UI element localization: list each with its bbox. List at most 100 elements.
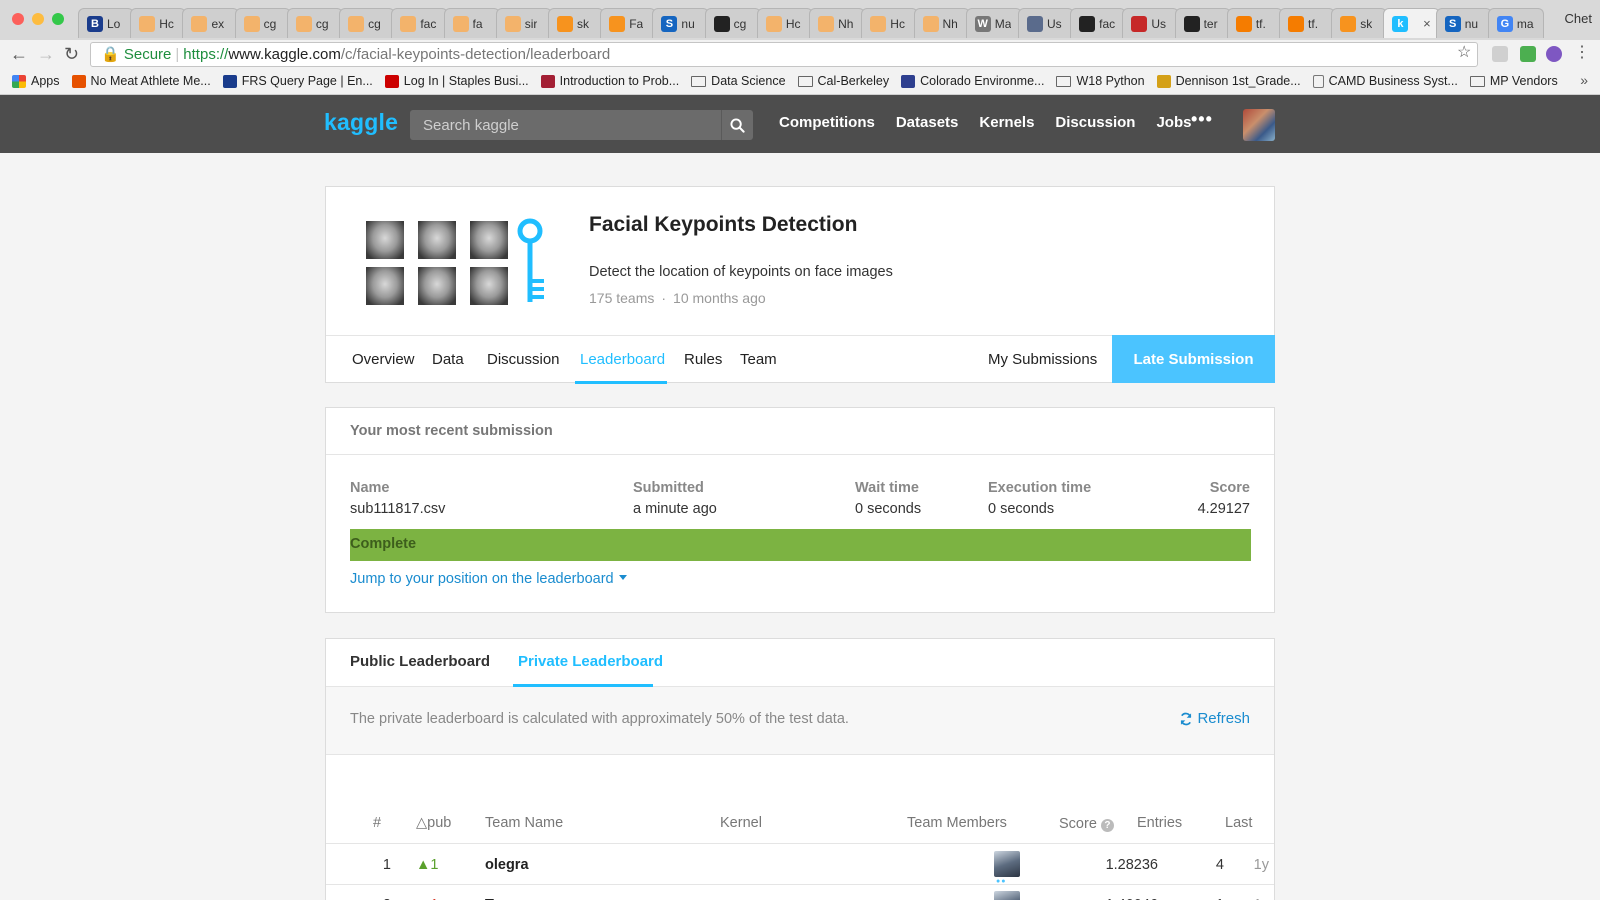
tab-favicon-icon bbox=[243, 15, 260, 32]
tab-favicon-icon bbox=[452, 15, 469, 32]
bookmark-overflow-icon[interactable]: » bbox=[1580, 72, 1588, 88]
table-row[interactable]: 2▼1Trump1.4004611y bbox=[326, 885, 1274, 900]
browser-tab[interactable]: sk bbox=[547, 8, 605, 38]
browser-tab[interactable]: Nh bbox=[809, 8, 866, 38]
close-window-button[interactable] bbox=[12, 13, 24, 25]
bookmark-item[interactable]: MP Vendors bbox=[1469, 74, 1558, 88]
address-bar[interactable]: 🔒 Secure | https://www.kaggle.com/c/facial… bbox=[90, 42, 1478, 67]
entries-cell: 4 bbox=[1215, 857, 1224, 873]
wait-time-value: 0 seconds bbox=[855, 501, 922, 517]
browser-tab[interactable]: cg bbox=[339, 8, 396, 38]
nav-link-jobs[interactable]: Jobs bbox=[1156, 114, 1191, 131]
tab-team[interactable]: Team bbox=[740, 351, 777, 368]
nav-link-competitions[interactable]: Competitions bbox=[779, 114, 875, 131]
browser-tab[interactable]: sk bbox=[1331, 8, 1388, 38]
browser-tab[interactable]: tf. bbox=[1226, 8, 1284, 38]
my-submissions-button[interactable]: My Submissions bbox=[988, 351, 1097, 368]
bookmark-item[interactable]: Cal-Berkeley bbox=[797, 74, 889, 88]
close-tab-icon[interactable]: × bbox=[1423, 16, 1431, 31]
bookmark-item[interactable]: Log In | Staples Busi... bbox=[384, 74, 529, 88]
browser-tab[interactable]: Hc bbox=[861, 8, 918, 38]
browser-tab[interactable]: B Lo bbox=[78, 8, 135, 38]
jump-to-position-link[interactable]: Jump to your position on the leaderboard bbox=[350, 571, 627, 587]
tab-public-leaderboard[interactable]: Public Leaderboard bbox=[350, 653, 490, 670]
tab-favicon-icon: S bbox=[661, 15, 678, 32]
tab-rules[interactable]: Rules bbox=[684, 351, 722, 368]
score-label: Score bbox=[1209, 480, 1250, 496]
browser-tab[interactable]: W Ma bbox=[965, 8, 1022, 38]
refresh-button[interactable]: Refresh bbox=[1179, 710, 1250, 727]
name-label: Name bbox=[350, 480, 390, 496]
browser-profile-name[interactable]: Chet bbox=[1565, 11, 1592, 26]
tab-private-leaderboard[interactable]: Private Leaderboard bbox=[518, 653, 663, 670]
cloud-extension-icon[interactable] bbox=[1492, 46, 1508, 62]
browser-tab[interactable]: Nh bbox=[913, 8, 970, 38]
tab-title: fac bbox=[1099, 16, 1116, 31]
team-name-cell[interactable]: olegra bbox=[485, 857, 529, 873]
help-icon[interactable]: ? bbox=[1100, 819, 1114, 832]
avatar[interactable] bbox=[994, 891, 1020, 900]
folder-icon bbox=[797, 75, 813, 87]
browser-tab[interactable]: tf. bbox=[1279, 8, 1336, 38]
bookmark-item[interactable]: W18 Python bbox=[1056, 74, 1145, 88]
bookmark-item[interactable]: Introduction to Prob... bbox=[540, 74, 679, 88]
cors-extension-icon[interactable] bbox=[1520, 46, 1536, 62]
bookmark-item[interactable]: Colorado Environme... bbox=[901, 74, 1044, 88]
search-icon[interactable] bbox=[721, 110, 753, 140]
browser-tab[interactable]: k × bbox=[1383, 8, 1440, 38]
bookmark-item[interactable]: No Meat Athlete Me... bbox=[71, 74, 211, 88]
nav-link-datasets[interactable]: Datasets bbox=[896, 114, 959, 131]
chrome-menu-icon[interactable]: ⋮ bbox=[1574, 43, 1590, 63]
browser-tab[interactable]: cg bbox=[704, 8, 761, 38]
bookmark-item[interactable]: FRS Query Page | En... bbox=[222, 74, 373, 88]
tab-favicon-icon bbox=[295, 15, 312, 32]
url-scheme: https:// bbox=[183, 46, 229, 63]
search-input[interactable] bbox=[410, 110, 720, 140]
browser-tab[interactable]: fac bbox=[1070, 8, 1127, 38]
bookmark-item[interactable]: CAMD Business Syst... bbox=[1312, 74, 1458, 88]
bookmark-item[interactable]: Dennison 1st_Grade... bbox=[1156, 74, 1301, 88]
bookmark-item[interactable]: Data Science bbox=[691, 74, 786, 88]
bookmark-star-icon[interactable]: ☆ bbox=[1457, 42, 1471, 62]
browser-tab[interactable]: Hc bbox=[756, 8, 814, 38]
browser-tab[interactable]: cg bbox=[286, 8, 344, 38]
competition-subtitle: Detect the location of keypoints on face… bbox=[589, 264, 893, 280]
browser-tab[interactable]: Us bbox=[1122, 8, 1179, 38]
avatar[interactable] bbox=[994, 851, 1020, 877]
browser-tab[interactable]: sir bbox=[495, 8, 552, 38]
status-badge: Complete bbox=[350, 536, 417, 552]
tab-discussion[interactable]: Discussion bbox=[487, 351, 560, 368]
forward-arrow-icon[interactable]: → bbox=[37, 44, 55, 64]
competition-title: Facial Keypoints Detection bbox=[589, 213, 858, 236]
back-arrow-icon[interactable]: ← bbox=[10, 44, 28, 64]
browser-tab[interactable]: Gma bbox=[1487, 8, 1545, 38]
more-menu-icon[interactable]: ••• bbox=[1191, 109, 1213, 130]
browser-tab[interactable]: fa bbox=[443, 8, 500, 38]
browser-tab[interactable]: ex bbox=[182, 8, 239, 38]
page-icon bbox=[1312, 74, 1324, 88]
tab-favicon-icon bbox=[1026, 15, 1043, 32]
browser-tab[interactable]: Fa bbox=[600, 8, 657, 38]
browser-tab[interactable]: ter bbox=[1174, 8, 1231, 38]
table-row[interactable]: 1 ▲1 olegra ●● 1.28236 4 1y bbox=[326, 845, 1274, 885]
nav-link-kernels[interactable]: Kernels bbox=[979, 114, 1034, 131]
nav-link-discussion[interactable]: Discussion bbox=[1055, 114, 1135, 131]
browser-tab[interactable]: Snu bbox=[1435, 8, 1492, 38]
maximize-window-button[interactable] bbox=[52, 13, 64, 25]
reload-icon[interactable]: ↻ bbox=[64, 44, 79, 64]
tab-overview[interactable]: Overview bbox=[352, 351, 415, 368]
user-avatar[interactable] bbox=[1243, 109, 1275, 141]
tab-data[interactable]: Data bbox=[432, 351, 464, 368]
tab-leaderboard[interactable]: Leaderboard bbox=[580, 351, 665, 368]
bookmark-item[interactable]: Apps bbox=[12, 74, 60, 88]
browser-tab[interactable]: fac bbox=[391, 8, 448, 38]
late-submission-button[interactable]: Late Submission bbox=[1112, 335, 1275, 383]
kaggle-logo[interactable]: kaggle bbox=[324, 109, 398, 136]
tab-favicon-icon bbox=[139, 15, 156, 32]
browser-tab[interactable]: Hc bbox=[130, 8, 187, 38]
minimize-window-button[interactable] bbox=[32, 13, 44, 25]
browser-tab[interactable]: Snu bbox=[652, 8, 709, 38]
c-extension-icon[interactable] bbox=[1546, 46, 1562, 62]
browser-tab[interactable]: cg bbox=[234, 8, 291, 38]
browser-tab[interactable]: Us bbox=[1017, 8, 1075, 38]
